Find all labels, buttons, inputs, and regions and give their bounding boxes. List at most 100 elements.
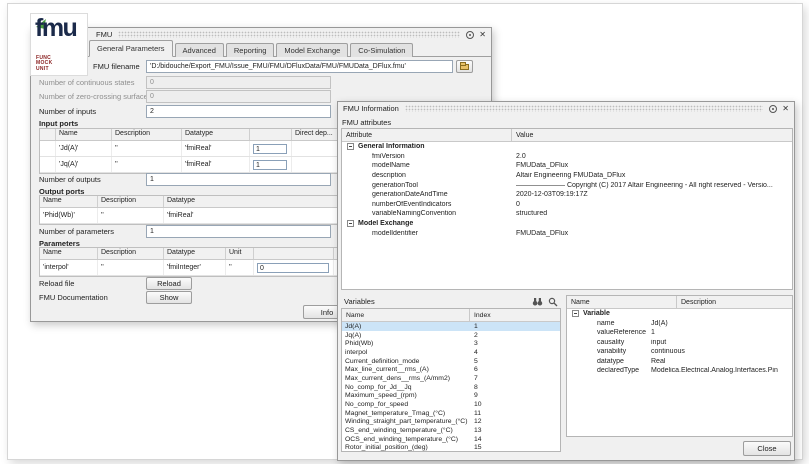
tree-collapse-icon[interactable] [572, 310, 579, 317]
fmu-logo-subtext-line: UNIT [36, 67, 52, 73]
attribute-row[interactable]: Model Exchange [342, 219, 792, 229]
variable-name: Jq(A) [342, 332, 470, 339]
col-header-name[interactable]: Name [567, 296, 677, 308]
variables-label: Variables [344, 297, 375, 306]
variable-attribute-row[interactable]: variability continuous [567, 347, 792, 357]
variable-row[interactable]: Phid(Wb) 3 [342, 339, 560, 348]
col-header-name[interactable]: Name [40, 248, 98, 259]
tab[interactable]: Co-Simulation [350, 43, 413, 57]
search-icon[interactable] [548, 297, 558, 307]
show-documentation-button[interactable]: Show [146, 291, 192, 304]
number-of-inputs-field[interactable]: 2 [146, 105, 331, 118]
attribute-row[interactable]: modelName FMUData_DFlux [342, 161, 792, 171]
col-header-name[interactable]: Name [342, 309, 470, 321]
col-header-description[interactable]: Description [677, 296, 792, 308]
port-datatype-cell: 'fmiReal' [182, 157, 250, 172]
variable-name: Current_definition_mode [342, 358, 470, 365]
variable-row[interactable]: Max_line_current__rms_(A) 6 [342, 365, 560, 374]
col-header-attribute[interactable]: Attribute [342, 129, 512, 141]
port-value-input[interactable]: 1 [253, 160, 287, 170]
tab[interactable]: Model Exchange [276, 43, 348, 57]
col-header-name[interactable]: Name [56, 129, 112, 140]
titlebar-grip[interactable] [405, 105, 763, 112]
variable-row[interactable]: Rotor_initial_position_(deg) 15 [342, 444, 560, 452]
attribute-row[interactable]: numberOfEventIndicators 0 [342, 200, 792, 210]
variable-attribute-row[interactable]: declaredType Modelica.Electrical.Analog.… [567, 366, 792, 376]
titlebar-grip[interactable] [118, 31, 460, 38]
attribute-row[interactable]: generationTool ——————— Copyright (C) 201… [342, 180, 792, 190]
param-datatype-cell: 'fmiInteger' [164, 260, 226, 275]
row-handle-cell [40, 157, 56, 172]
fmu-information-titlebar[interactable]: FMU Information ✕ [338, 102, 794, 115]
col-header-unit[interactable]: Unit [226, 248, 254, 259]
fmu-window-title: FMU [96, 30, 112, 39]
attribute-row[interactable]: General Information [342, 142, 792, 152]
variable-row[interactable]: CS_end_winding_temperature_(°C) 13 [342, 426, 560, 435]
attribute-row[interactable]: modelIdentifier FMUData_DFlux [342, 228, 792, 238]
attribute-name-cell: numberOfEventIndicators [342, 201, 512, 208]
col-header-index[interactable]: Index [470, 309, 560, 321]
fmu-filename-input[interactable]: 'D:/bidouche/Export_FMU/Issue_FMU/FMU/DF… [146, 60, 453, 73]
col-header-datatype[interactable]: Datatype [182, 129, 250, 140]
number-of-parameters-field[interactable]: 1 [146, 225, 331, 238]
variable-attribute-row[interactable]: name Jd(A) [567, 319, 792, 329]
variable-row[interactable]: Magnet_temperature_Tmag_(°C) 11 [342, 409, 560, 418]
tree-collapse-icon[interactable] [347, 220, 354, 227]
float-window-icon[interactable] [769, 105, 777, 113]
port-name-cell: 'Jd(A)' [56, 141, 112, 156]
fmu-logo-subtext: FUNC MOCK UNIT [36, 56, 52, 73]
variable-row[interactable]: No_comp_for_speed 10 [342, 400, 560, 409]
variable-attribute-value: Modelica.Electrical.Analog.Interfaces.Pi… [651, 367, 792, 374]
number-of-parameters-label: Number of parameters [39, 227, 114, 236]
col-header-handle[interactable] [40, 129, 56, 140]
attribute-row[interactable]: generationDateAndTime 2020-12-03T09:19:1… [342, 190, 792, 200]
param-value-input[interactable]: 0 [257, 263, 329, 273]
reload-button[interactable]: Reload [146, 277, 192, 290]
number-of-outputs-field[interactable]: 1 [146, 173, 331, 186]
variable-attribute-row[interactable]: valueReference 1 [567, 328, 792, 338]
port-value-input[interactable]: 1 [253, 144, 287, 154]
col-header-description[interactable]: Description [112, 129, 182, 140]
variable-index: 5 [470, 358, 478, 365]
close-button[interactable]: Close [743, 441, 791, 456]
variable-row[interactable]: Jq(A) 2 [342, 331, 560, 340]
browse-button[interactable] [456, 60, 473, 73]
col-header-datatype[interactable]: Datatype [164, 248, 226, 259]
variable-row[interactable]: Jd(A) 1 [342, 322, 560, 331]
variable-attribute-name: valueReference [597, 329, 651, 336]
variable-name: No_comp_for_Jd__Jq [342, 384, 470, 391]
attribute-name-cell: Model Exchange [342, 220, 512, 227]
col-header-name[interactable]: Name [40, 196, 98, 207]
tab[interactable]: General Parameters [89, 40, 173, 57]
close-icon[interactable]: ✕ [782, 105, 789, 113]
variable-row[interactable]: OCS_end_winding_temperature_(°C) 14 [342, 435, 560, 444]
tab[interactable]: Advanced [175, 43, 224, 57]
tree-collapse-icon[interactable] [347, 143, 354, 150]
attribute-row[interactable]: description Altair Engineering FMUData_D… [342, 171, 792, 181]
attribute-row[interactable]: fmiVersion 2.0 [342, 152, 792, 162]
variable-row[interactable]: Current_definition_mode 5 [342, 357, 560, 366]
col-header-value[interactable] [250, 129, 292, 140]
tab[interactable]: Reporting [226, 43, 275, 57]
col-header-value[interactable]: Value [512, 129, 792, 141]
variable-row[interactable]: No_comp_for_Jd__Jq 8 [342, 383, 560, 392]
float-window-icon[interactable] [466, 31, 474, 39]
variable-attribute-row[interactable]: causality input [567, 338, 792, 348]
variable-group-row[interactable]: Variable [567, 309, 792, 319]
attribute-value: structured [512, 210, 792, 217]
variable-attribute-row[interactable]: datatype Real [567, 357, 792, 367]
variable-row[interactable]: Maximum_speed_(rpm) 9 [342, 392, 560, 401]
attribute-name: description [372, 172, 406, 179]
col-header-description[interactable]: Description [98, 248, 164, 259]
variable-row[interactable]: interpol 4 [342, 348, 560, 357]
find-icon[interactable] [532, 297, 543, 306]
fmu-attributes-label: FMU attributes [342, 118, 391, 127]
attribute-row[interactable]: variableNamingConvention structured [342, 209, 792, 219]
variable-row[interactable]: Max_current_dens__rms_(A/mm2) 7 [342, 374, 560, 383]
col-header-description[interactable]: Description [98, 196, 164, 207]
close-icon[interactable]: ✕ [479, 31, 486, 39]
variable-row[interactable]: Winding_straight_part_temperature_(°C) 1… [342, 418, 560, 427]
col-header-value[interactable] [254, 248, 334, 259]
input-ports-label: Input ports [39, 119, 78, 128]
attribute-name: fmiVersion [372, 153, 405, 160]
